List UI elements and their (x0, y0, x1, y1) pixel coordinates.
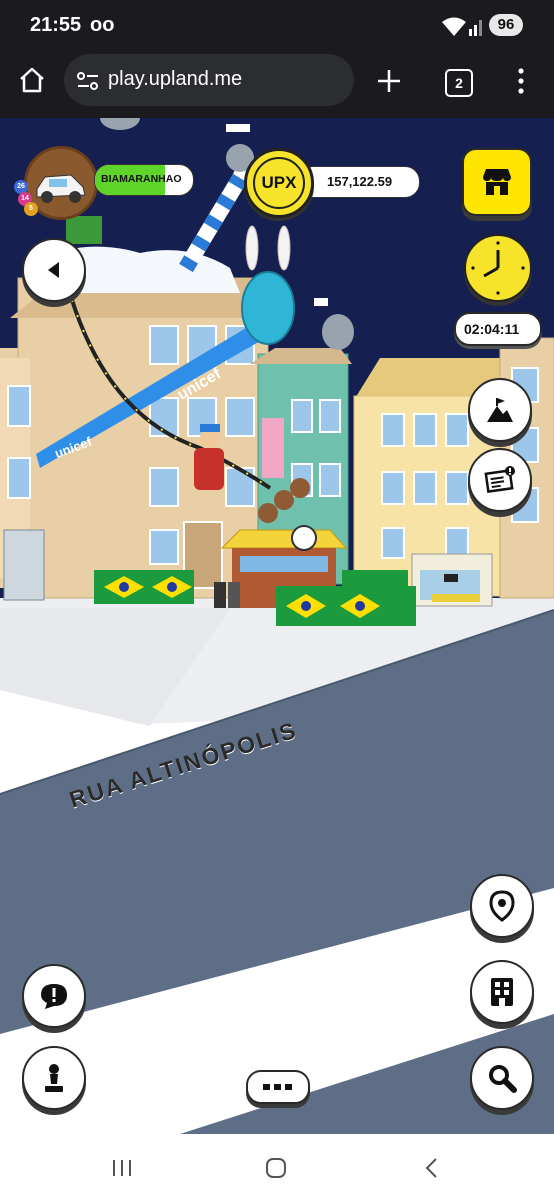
news-button[interactable] (468, 448, 532, 512)
new-tab-icon[interactable] (376, 68, 402, 94)
player-name-pill[interactable]: BIAMARANHAO (94, 164, 194, 196)
more-dots-icon (263, 1084, 292, 1090)
character-button[interactable] (22, 1046, 86, 1110)
back-arrow-icon (48, 262, 59, 278)
building-icon (491, 978, 513, 1006)
signal-icon (469, 20, 482, 36)
upx-coin-button[interactable]: UPX (244, 148, 314, 218)
clock-icon (471, 241, 525, 295)
url-text[interactable]: play.upland.me (108, 68, 242, 91)
pawn-icon (45, 1064, 63, 1092)
battery-indicator: 96 (489, 14, 523, 36)
back-nav-icon[interactable] (422, 1156, 442, 1180)
wifi-icon (442, 17, 466, 36)
player-name: BIAMARANHAO (101, 173, 182, 185)
timer-button[interactable] (464, 234, 532, 302)
back-button[interactable] (22, 238, 86, 302)
home-nav-icon[interactable] (264, 1156, 288, 1180)
timer-text: 02:04:11 (464, 321, 520, 337)
newspaper-icon (484, 466, 515, 493)
balance-pill[interactable]: 157,122.59 (298, 166, 420, 198)
menu-kebab-icon[interactable] (516, 67, 526, 95)
status-time: 21:55 (30, 14, 82, 36)
mountain-flag-icon (487, 398, 513, 422)
status-bar: 21:55 oo 96 (0, 0, 554, 52)
timer-pill: 02:04:11 (454, 312, 542, 346)
site-settings-icon[interactable] (76, 70, 100, 92)
game-viewport[interactable]: unicef unicef RUA ALTINÓPOLIS 26 14 5 BI… (0, 118, 554, 1134)
upx-balance: 157,122.59 (327, 174, 393, 189)
properties-button[interactable] (470, 960, 534, 1024)
map-mode-button[interactable] (468, 378, 532, 442)
location-pin-icon (489, 890, 515, 922)
recent-apps-icon[interactable] (110, 1158, 134, 1178)
alert-bubble-icon (41, 984, 67, 1009)
more-button[interactable] (246, 1070, 310, 1104)
voicemail-icon: oo (90, 14, 115, 36)
location-button[interactable] (470, 874, 534, 938)
tab-switcher-button[interactable]: 2 (445, 69, 473, 97)
store-icon (483, 169, 511, 195)
alerts-button[interactable] (22, 964, 86, 1028)
avatar-badge-3: 5 (24, 202, 38, 216)
search-icon (489, 1065, 517, 1093)
upx-label: UPX (261, 173, 297, 192)
search-button[interactable] (470, 1046, 534, 1110)
system-nav-bar (0, 1134, 554, 1200)
store-button[interactable] (462, 148, 532, 216)
home-icon[interactable] (18, 66, 46, 94)
